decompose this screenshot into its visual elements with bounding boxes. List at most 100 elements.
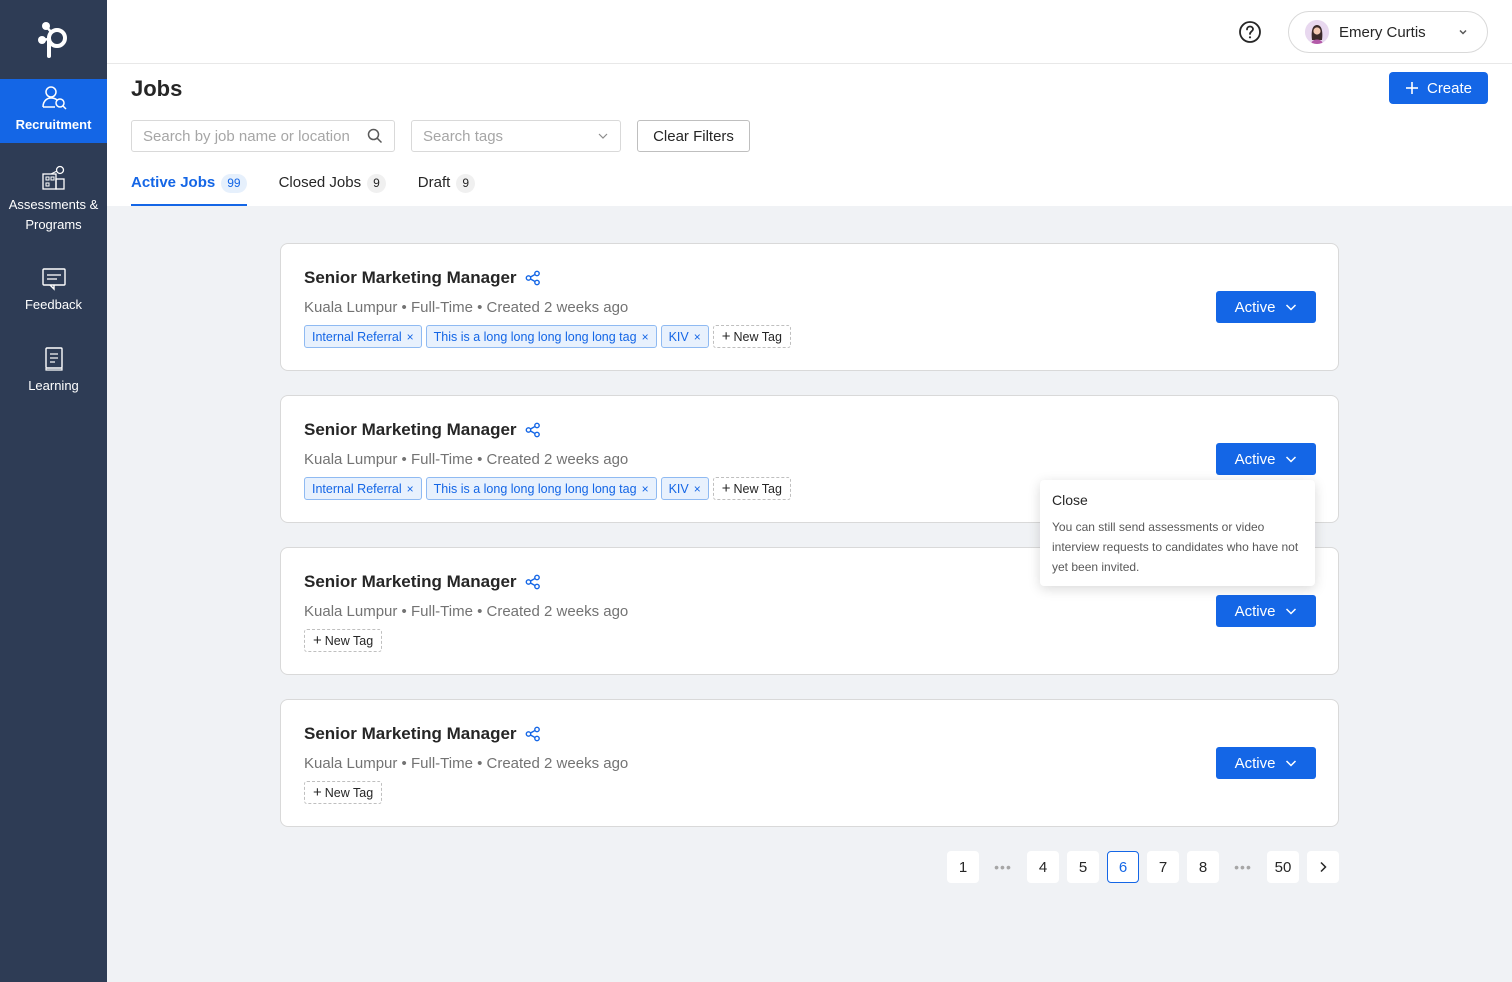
tab-closed-jobs[interactable]: Closed Jobs 9 (279, 168, 386, 206)
job-tag: KIV × (660, 325, 709, 348)
tag-label: KIV (668, 481, 689, 496)
plus-icon (1405, 82, 1418, 94)
user-name: Emery Curtis (1339, 23, 1426, 41)
job-meta: Kuala Lumpur • Full-Time • Created 2 wee… (304, 603, 629, 620)
tab-draft[interactable]: Draft 9 (418, 168, 475, 206)
page-button[interactable]: 8 (1187, 851, 1219, 883)
tag-label: This is a long long long long long tag (433, 481, 637, 496)
tag-search-input[interactable] (423, 127, 597, 145)
assessments-icon (41, 165, 65, 190)
recruitment-icon (41, 86, 67, 110)
job-title[interactable]: Senior Marketing Manager (304, 724, 517, 744)
sidebar-item-learning[interactable]: Learning (0, 346, 107, 396)
status-label: Active (1234, 298, 1276, 316)
chevron-down-icon (1286, 304, 1297, 311)
create-button[interactable]: Create (1389, 72, 1488, 104)
job-tag: This is a long long long long long tag × (425, 477, 657, 500)
status-label: Active (1234, 602, 1276, 620)
new-tag-label: New Tag (324, 633, 374, 648)
close-icon[interactable]: × (694, 330, 701, 344)
page-ellipsis[interactable]: ••• (987, 851, 1019, 883)
new-tag-button[interactable]: + New Tag (712, 477, 791, 500)
status-dropdown-button[interactable]: Active (1216, 443, 1316, 475)
sidebar-item-assessments[interactable]: Assessments & Programs (0, 165, 107, 235)
chevron-down-icon (598, 133, 608, 139)
user-menu[interactable]: Emery Curtis (1288, 11, 1488, 53)
chevron-down-icon (1286, 760, 1297, 767)
tab-label: Closed Jobs (278, 174, 362, 191)
popover-description: You can still send assessments or video … (1052, 520, 1299, 574)
job-search-field[interactable] (131, 120, 395, 152)
share-icon[interactable] (525, 422, 541, 438)
next-page-button[interactable] (1307, 851, 1339, 883)
status-dropdown-button[interactable]: Active (1216, 747, 1316, 779)
job-tag: KIV × (660, 477, 709, 500)
sidebar: Recruitment Assessments & Programs Feedb… (0, 0, 107, 982)
page-button[interactable]: 1 (947, 851, 979, 883)
tab-label: Draft (417, 174, 451, 191)
status-dropdown-button[interactable]: Active (1216, 291, 1316, 323)
new-tag-label: New Tag (324, 785, 374, 800)
job-tabs: Active Jobs 99 Closed Jobs 9 Draft 9 (131, 168, 507, 206)
share-icon[interactable] (525, 270, 541, 286)
job-tag: Internal Referral × (304, 325, 422, 348)
sidebar-item-label: Recruitment (15, 117, 92, 132)
close-icon[interactable]: × (407, 330, 414, 344)
job-meta: Kuala Lumpur • Full-Time • Created 2 wee… (304, 299, 629, 316)
tab-active-jobs[interactable]: Active Jobs 99 (131, 168, 247, 206)
learning-icon (44, 347, 63, 371)
chevron-right-icon (1320, 861, 1327, 873)
job-title[interactable]: Senior Marketing Manager (304, 420, 517, 440)
tab-label: Active Jobs (131, 174, 216, 191)
tag-label: KIV (668, 329, 689, 344)
page-ellipsis[interactable]: ••• (1227, 851, 1259, 883)
popover-title[interactable]: Close (1052, 492, 1303, 508)
job-title[interactable]: Senior Marketing Manager (304, 572, 517, 592)
sidebar-item-label: Feedback (24, 297, 83, 312)
job-card: Senior Marketing Manager Kuala Lumpur • … (280, 243, 1339, 371)
clear-filters-button[interactable]: Clear Filters (637, 120, 750, 152)
close-icon[interactable]: × (642, 330, 649, 344)
tag-search-select[interactable] (411, 120, 621, 152)
tag-list: Internal Referral × This is a long long l… (304, 477, 791, 500)
plus-icon: + (721, 328, 731, 345)
page-button[interactable]: 4 (1027, 851, 1059, 883)
new-tag-button[interactable]: + New Tag (304, 629, 383, 652)
sidebar-item-recruitment[interactable]: Recruitment (0, 79, 107, 143)
tag-label: Internal Referral (312, 329, 402, 344)
sidebar-item-feedback[interactable]: Feedback (0, 267, 107, 315)
share-icon[interactable] (525, 726, 541, 742)
job-card: Senior Marketing Manager Kuala Lumpur • … (280, 699, 1339, 827)
chevron-down-icon (1286, 608, 1297, 615)
tab-count-badge: 99 (221, 174, 247, 193)
page-button-current[interactable]: 6 (1107, 851, 1139, 883)
app-logo[interactable] (0, 0, 107, 79)
job-title[interactable]: Senior Marketing Manager (304, 268, 517, 288)
close-icon[interactable]: × (694, 482, 701, 496)
new-tag-label: New Tag (733, 481, 782, 496)
page-button[interactable]: 50 (1267, 851, 1299, 883)
page-button[interactable]: 7 (1147, 851, 1179, 883)
page-button[interactable]: 5 (1067, 851, 1099, 883)
page-header: Jobs Create Clear Filters Active Jobs 99… (107, 64, 1512, 206)
chevron-down-icon (1286, 456, 1297, 463)
status-label: Active (1234, 754, 1276, 772)
job-search-input[interactable] (143, 127, 361, 145)
tag-list: Internal Referral × This is a long long l… (304, 325, 791, 348)
status-option-popover[interactable]: Close You can still send assessments or … (1040, 480, 1315, 586)
search-icon[interactable] (367, 128, 383, 144)
status-dropdown-button[interactable]: Active (1216, 595, 1316, 627)
close-icon[interactable]: × (642, 482, 649, 496)
status-label: Active (1234, 450, 1276, 468)
plus-icon: + (313, 632, 322, 649)
top-bar: Emery Curtis (107, 0, 1512, 64)
tag-list: + New Tag (304, 781, 383, 804)
tab-count-badge: 9 (367, 174, 386, 193)
plus-icon: + (313, 784, 322, 801)
logo-icon (37, 21, 67, 58)
new-tag-button[interactable]: + New Tag (712, 325, 791, 348)
close-icon[interactable]: × (407, 482, 414, 496)
share-icon[interactable] (525, 574, 541, 590)
new-tag-button[interactable]: + New Tag (304, 781, 383, 804)
help-icon[interactable] (1238, 20, 1262, 44)
